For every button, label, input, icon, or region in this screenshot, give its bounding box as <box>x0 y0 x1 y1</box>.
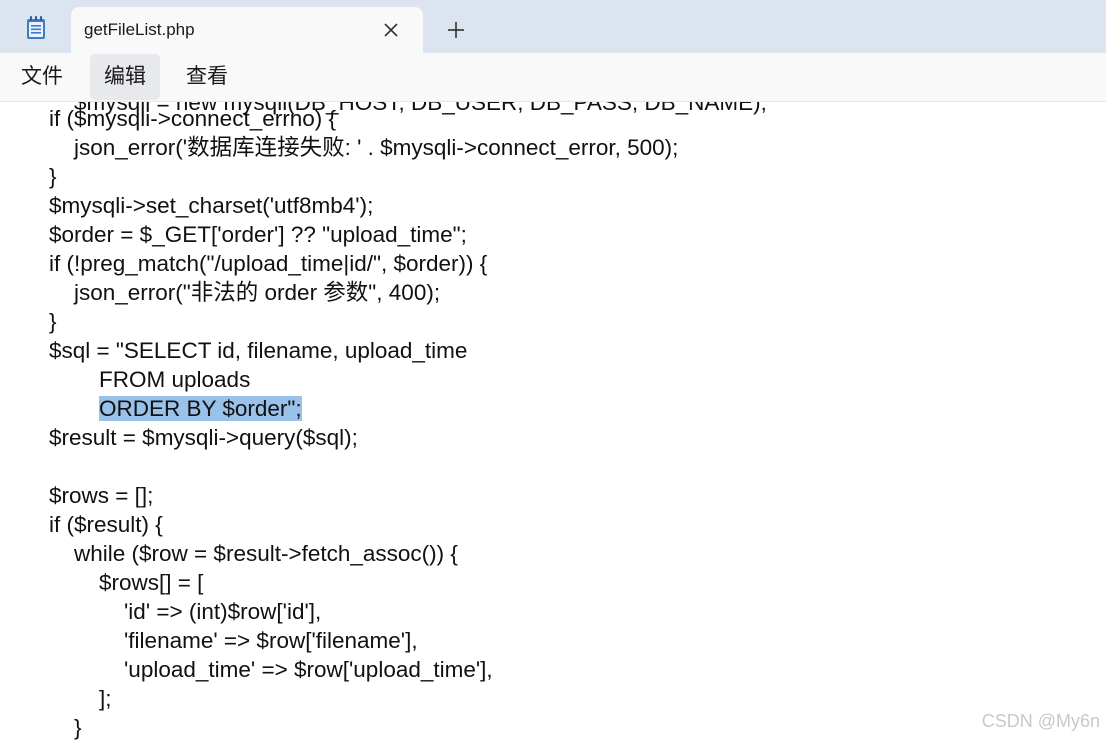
code-line: 'id' => (int)$row['id'], <box>49 599 322 624</box>
code-line: if (!preg_match("/upload_time|id/", $ord… <box>49 251 488 276</box>
title-bar: getFileList.php <box>0 0 1106 53</box>
code-line: 'filename' => $row['filename'], <box>49 628 418 653</box>
code-line: 'upload_time' => $row['upload_time'], <box>49 657 493 682</box>
tab-active-file[interactable]: getFileList.php <box>71 7 423 53</box>
code-line: $rows = []; <box>49 483 154 508</box>
code-line: json_error("非法的 order 参数", 400); <box>49 280 441 305</box>
menu-view[interactable]: 查看 <box>173 54 241 100</box>
menu-file[interactable]: 文件 <box>9 54 75 100</box>
code-line: $mysqli->set_charset('utf8mb4'); <box>49 193 374 218</box>
code-line: $order = $_GET['order'] ?? "upload_time"… <box>49 222 467 247</box>
text-selection[interactable]: ORDER BY $order"; <box>99 396 302 421</box>
tab-title: getFileList.php <box>84 20 195 39</box>
code-line: $sql = "SELECT id, filename, upload_time <box>49 338 468 363</box>
watermark: CSDN @My6n <box>981 711 1100 731</box>
code-line: $rows[] = [ <box>49 570 204 595</box>
text-editor[interactable]: $mysqli = new mysqli(DB_HOST, DB_USER, D… <box>0 102 1106 740</box>
code-line: FROM uploads <box>49 367 251 392</box>
code-line: while ($row = $result->fetch_assoc()) { <box>49 541 458 566</box>
code-line: } <box>49 164 57 189</box>
code-line: } <box>49 715 82 740</box>
code-line: } <box>49 309 57 334</box>
code-line: if ($mysqli->connect_errno) { <box>49 106 336 131</box>
code-line: if ($result) { <box>49 512 163 537</box>
code-line: json_error('数据库连接失败: ' . $mysqli->connec… <box>49 135 679 160</box>
close-tab-icon[interactable] <box>380 19 402 41</box>
menu-edit[interactable]: 编辑 <box>90 54 160 100</box>
code-line-selected: ORDER BY $order"; <box>49 394 302 423</box>
code-line: $result = $mysqli->query($sql); <box>49 425 358 450</box>
code-line: ]; <box>49 686 112 711</box>
notepad-icon <box>26 16 46 40</box>
menu-bar: 文件 编辑 查看 <box>0 53 1106 102</box>
new-tab-plus-icon[interactable] <box>444 18 468 42</box>
